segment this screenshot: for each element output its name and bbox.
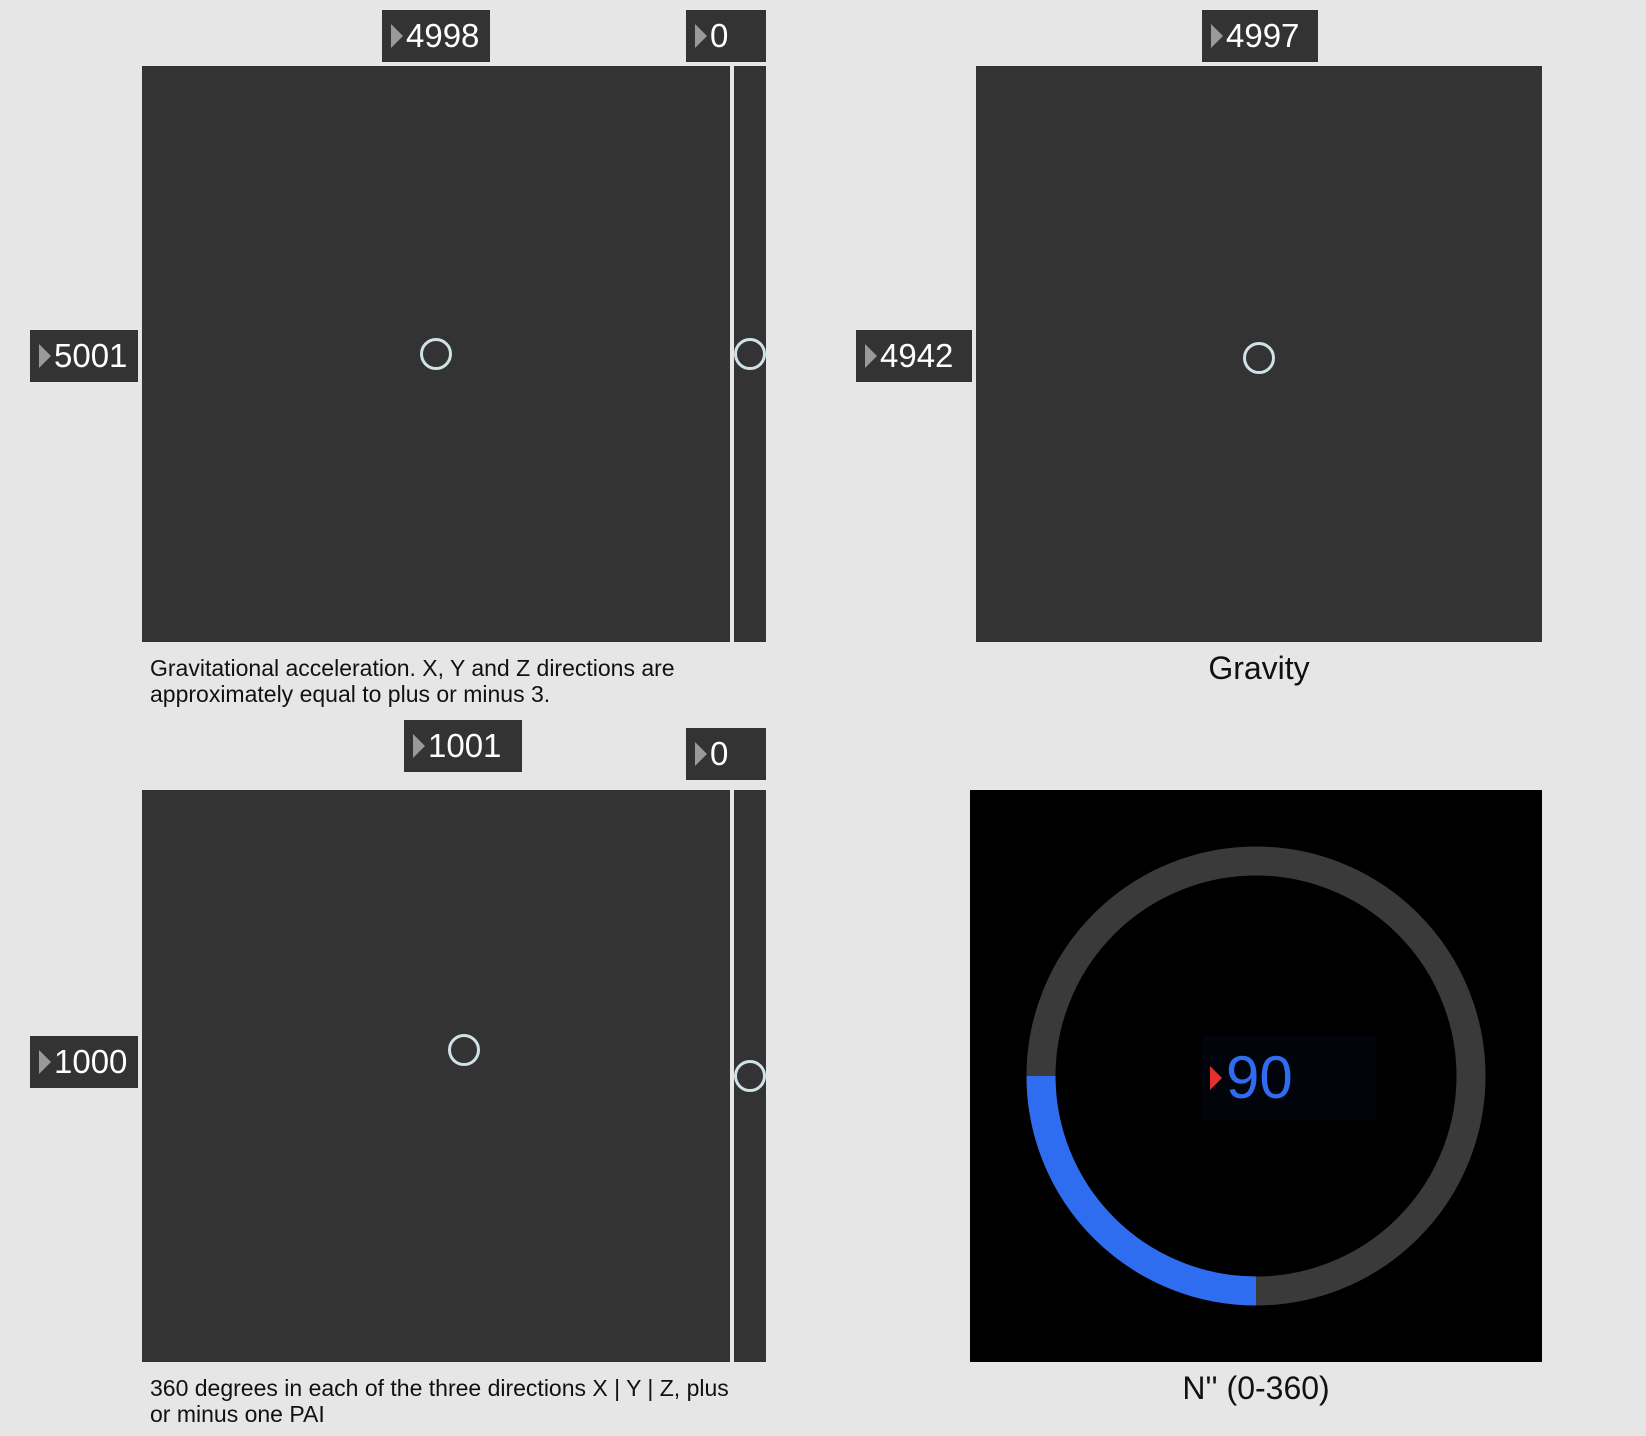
number-arrow-icon [39, 344, 51, 368]
rotation-y-number[interactable]: 1000 [30, 1036, 138, 1088]
gravity-z-slider[interactable] [734, 66, 766, 642]
number-arrow-icon [391, 24, 403, 48]
slider-knob[interactable] [734, 338, 766, 370]
number-arrow-icon [413, 734, 425, 758]
rotation-z-value: 0 [710, 735, 729, 772]
number-arrow-icon [695, 24, 707, 48]
dial-number[interactable]: 90 [1202, 1036, 1376, 1120]
gravity-z-number[interactable]: 0 [686, 10, 766, 62]
gravity-pad-x-value: 4997 [1226, 17, 1300, 54]
number-arrow-icon [1210, 1066, 1222, 1090]
slider-knob[interactable] [734, 1060, 766, 1092]
rotation-caption: 360 degrees in each of the three directi… [150, 1375, 729, 1427]
rotation-z-slider[interactable] [734, 790, 766, 1362]
dial-value: 90 [1226, 1044, 1293, 1111]
gravity-y-number[interactable]: 5001 [30, 330, 138, 382]
rotation-z-number[interactable]: 0 [686, 728, 766, 780]
pad-knob[interactable] [1243, 342, 1275, 374]
rotation-x-number[interactable]: 1001 [404, 720, 522, 772]
number-arrow-icon [695, 742, 707, 766]
angle-dial[interactable]: 90 [970, 790, 1542, 1362]
rotation-y-value: 1000 [54, 1043, 128, 1080]
gravity-title: Gravity [1208, 650, 1310, 686]
gravity-pad-x-number[interactable]: 4997 [1202, 10, 1318, 62]
pad-knob[interactable] [420, 338, 452, 370]
gravity-y-value: 5001 [54, 337, 128, 374]
gravity-caption: Gravitational acceleration. X, Y and Z d… [150, 655, 675, 707]
gravity-pad[interactable] [976, 66, 1542, 642]
pad-knob[interactable] [448, 1034, 480, 1066]
gravity-x-value: 4998 [406, 17, 480, 54]
rotation-x-value: 1001 [428, 727, 502, 764]
gravity-xy-pad[interactable] [142, 66, 730, 642]
gravity-x-number[interactable]: 4998 [382, 10, 490, 62]
gravity-pad-y-value: 4942 [880, 337, 954, 374]
gravity-pad-y-number[interactable]: 4942 [856, 330, 972, 382]
gravity-z-value: 0 [710, 17, 729, 54]
rotation-xy-pad[interactable] [142, 790, 730, 1362]
number-arrow-icon [865, 344, 877, 368]
number-arrow-icon [1211, 24, 1223, 48]
dial-title: N'' (0-360) [1182, 1370, 1330, 1406]
number-arrow-icon [39, 1050, 51, 1074]
